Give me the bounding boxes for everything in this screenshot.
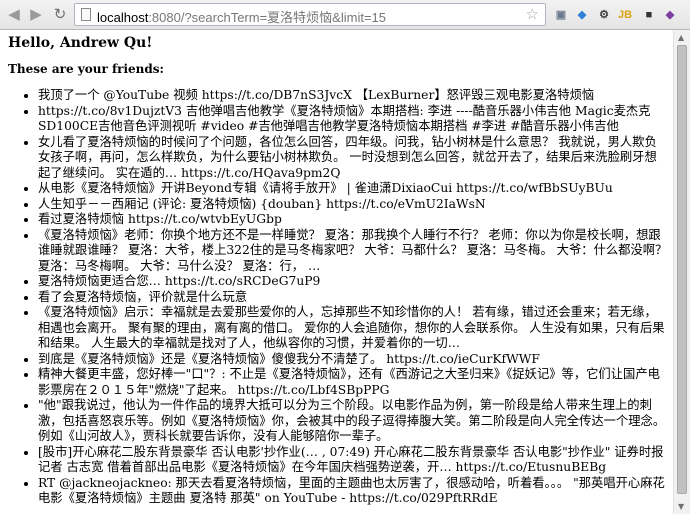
scroll-up-arrow-icon[interactable]: ▲: [678, 33, 684, 42]
tweet-item: 看了会夏洛特烦恼，评价就是什么玩意: [38, 290, 668, 306]
address-bar[interactable]: localhost:8080/?searchTerm=夏洛特烦恼&limit=1…: [74, 3, 546, 26]
tweet-item: 精神大餐更丰盛，您好棒一"口"？: 不止是《夏洛特烦恼》，还有《西游记之大圣归来…: [38, 367, 668, 398]
puzzle-extension-icon[interactable]: ▣: [553, 7, 569, 23]
address-url[interactable]: localhost:8080/?searchTerm=夏洛特烦恼&limit=1…: [97, 7, 386, 26]
tweet-item: 女儿看了夏洛特烦恼的时候问了个问题，各位怎么回答，四年级。问我，钻小树林是什么意…: [38, 135, 668, 182]
tweet-item: 到底是《夏洛特烦恼》还是《夏洛特烦恼》傻傻我分不清楚了。 https://t.c…: [38, 352, 668, 368]
tweet-item: 从电影《夏洛特烦恼》开讲Beyond专辑《请将手放开》 | 雀迪潇DixiaoC…: [38, 181, 668, 197]
page-content: Hello, Andrew Qu! These are your friends…: [8, 35, 668, 507]
tweet-item: 人生知乎－－西厢记 (评论: 夏洛特烦恼) {douban} https://t…: [38, 197, 668, 213]
scroll-down-arrow-icon[interactable]: ▼: [678, 502, 684, 511]
jb-extension-icon[interactable]: JB: [617, 7, 633, 23]
bookmark-star-icon[interactable]: ☆: [526, 5, 539, 23]
tweet-item: 看过夏洛特烦恼 https://t.co/wtvbEyUGbp: [38, 212, 668, 228]
greeting-heading: Hello, Andrew Qu!: [8, 35, 153, 51]
forward-arrow-icon[interactable]: ▶: [26, 5, 46, 25]
browser-toolbar: ◀ ▶ ↻ localhost:8080/?searchTerm=夏洛特烦恼&l…: [0, 0, 690, 30]
tweet-item: 《夏洛特烦恼》老师：你换个地方还不是一样睡觉？ 夏洛：那我换个人睡行不行？ 老师…: [38, 228, 668, 275]
tag-extension-icon[interactable]: ◆: [574, 7, 590, 23]
tweet-item: 我顶了一个 @YouTube 视频 https://t.co/DB7nS3Jvc…: [38, 88, 668, 104]
vertical-scrollbar[interactable]: ▲ ▼: [673, 30, 690, 514]
tweet-item: https://t.co/8v1DujztV3 吉他弹唱吉他教学《夏洛特烦恼》本…: [38, 104, 668, 135]
shield-extension-icon[interactable]: ◆: [662, 7, 678, 23]
tweet-item: RT @jackneojackneo: 那天去看夏洛特烦恼，里面的主题曲也太厉害…: [38, 476, 668, 507]
tweet-item: "他"跟我说过，他认为一件作品的境界大抵可以分为三个阶段。以电影作品为例，第一阶…: [38, 398, 668, 445]
tweet-list: 我顶了一个 @YouTube 视频 https://t.co/DB7nS3Jvc…: [8, 88, 668, 507]
friends-heading: These are your friends:: [8, 61, 164, 76]
tweet-item: 夏洛特烦恼更适合您… https://t.co/sRCDeG7uP9: [38, 274, 668, 290]
tweet-item: 《夏洛特烦恼》启示：幸福就是去爱那些爱你的人，忘掉那些不知珍惜你的人！ 若有缘，…: [38, 305, 668, 352]
scrollbar-thumb[interactable]: [677, 45, 687, 494]
reload-icon[interactable]: ↻: [50, 5, 70, 25]
back-arrow-icon[interactable]: ◀: [4, 5, 24, 25]
tweet-item: [股市]开心麻花二股东背景豪华 否认电影'抄作业(… , 07:49) 开心麻花…: [38, 445, 668, 476]
camera-extension-icon[interactable]: ■: [641, 7, 657, 23]
page-icon: [81, 8, 91, 21]
settings-gear-icon[interactable]: ⚙: [596, 7, 612, 23]
